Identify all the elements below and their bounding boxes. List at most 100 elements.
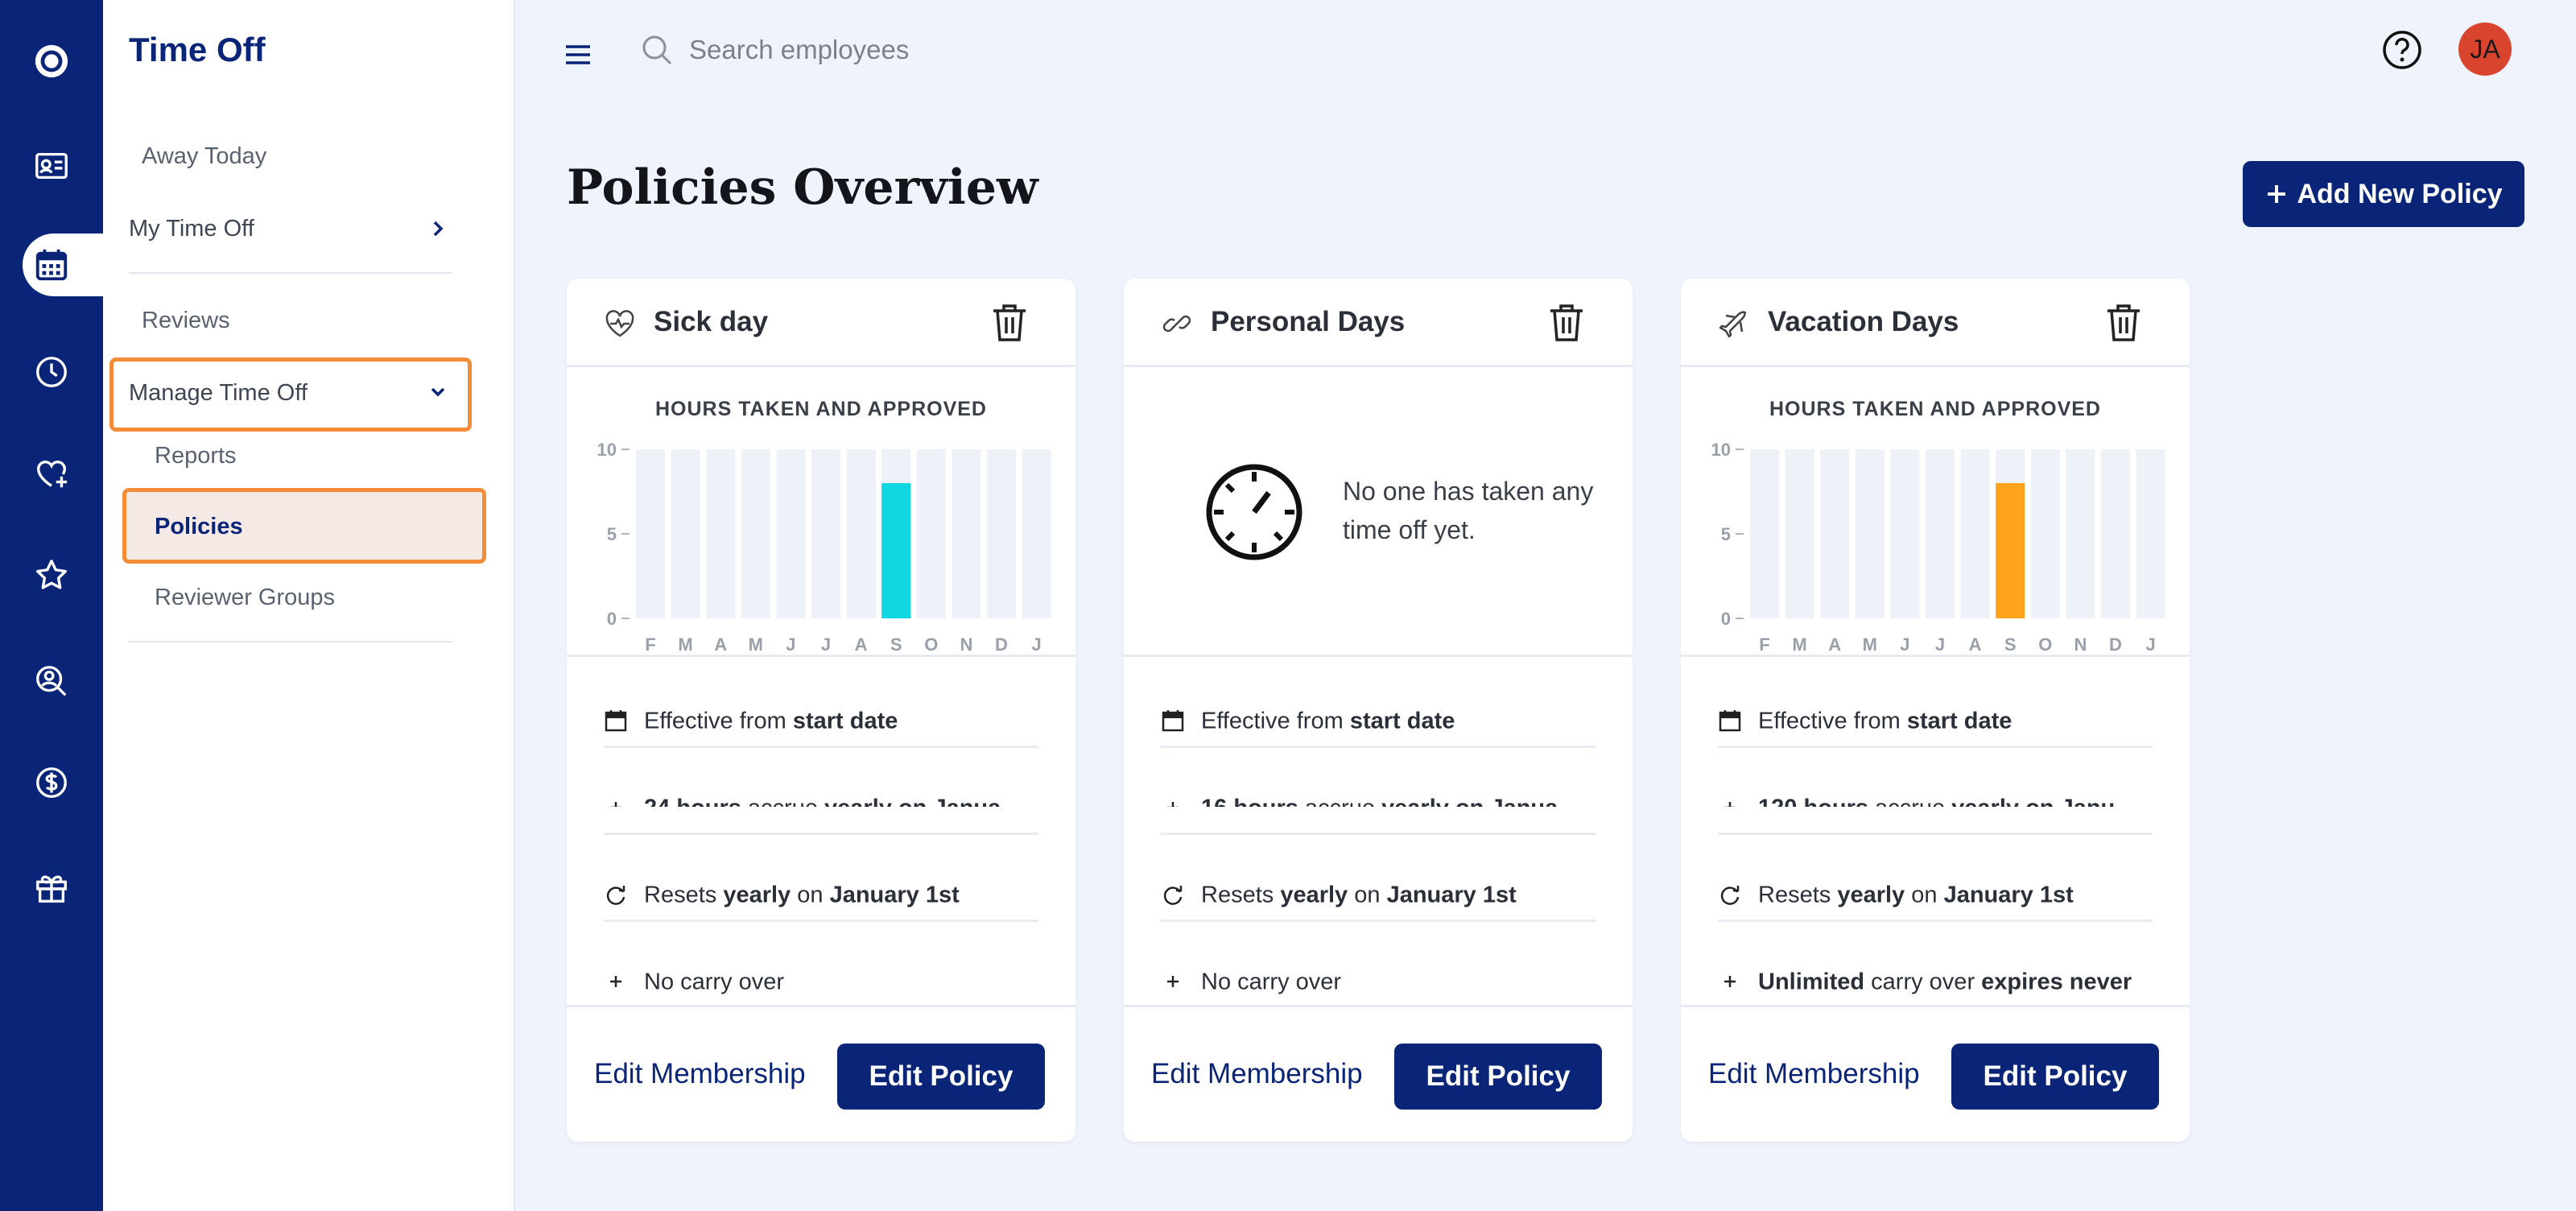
reset-row: Resets yearly on January 1st	[1718, 850, 2141, 937]
bar-background	[741, 449, 770, 618]
heartbeat-icon	[605, 310, 634, 337]
search-input[interactable]	[689, 29, 1253, 71]
bar-background	[2030, 449, 2060, 618]
bar-background	[1890, 449, 1920, 618]
sidebar-item-reviews[interactable]: Reviews	[142, 308, 230, 334]
bar-background	[2066, 449, 2095, 618]
accrue-schedule: yearly on January 1st	[1381, 794, 1584, 807]
card-footer-divider	[567, 1005, 1075, 1007]
sidebar-divider	[129, 272, 452, 274]
detail-divider	[604, 833, 1038, 835]
x-tick-label: S	[890, 634, 902, 655]
help-icon[interactable]	[2381, 29, 2423, 71]
clock-icon[interactable]	[32, 353, 71, 391]
reset-frequency: yearly	[1280, 882, 1348, 908]
dollar-icon[interactable]	[32, 763, 71, 802]
page-title: Policies Overview	[567, 159, 1038, 216]
reset-frequency: yearly	[1837, 882, 1905, 908]
reset-date: January 1st	[829, 882, 960, 908]
heart-plus-icon[interactable]	[32, 454, 71, 493]
y-tick-label: 10	[597, 440, 617, 460]
x-tick-label: O	[2038, 634, 2052, 655]
x-tick-label: A	[714, 634, 727, 655]
logo-icon[interactable]	[32, 42, 71, 81]
y-tick-label: 0	[607, 609, 617, 629]
menu-icon[interactable]	[564, 40, 592, 69]
carry-row: No carry over	[604, 937, 1027, 1024]
detail-divider	[1161, 920, 1596, 922]
bar-background	[1926, 449, 1955, 618]
link-icon	[1162, 315, 1191, 333]
y-tick-label: 10	[1711, 440, 1731, 460]
x-tick-label: J	[2145, 634, 2155, 655]
avatar[interactable]: JA	[2458, 23, 2512, 76]
gift-icon[interactable]	[32, 868, 71, 907]
reset-prefix: Resets	[1201, 882, 1281, 908]
hours-chart: HOURS TAKEN AND APPROVED 10 5 0 F M A M J J A S O N D…	[1681, 367, 2190, 657]
x-tick-label: F	[645, 634, 655, 655]
sidebar-item-policies[interactable]: Policies	[155, 514, 243, 540]
edit-membership-button[interactable]: Edit Membership	[1708, 1058, 1920, 1090]
sidebar-title: Time Off	[129, 31, 266, 68]
bar-background	[846, 449, 876, 618]
edit-policy-button[interactable]: Edit Policy	[1394, 1044, 1602, 1110]
plus-icon	[614, 802, 617, 807]
reset-row: Resets yearly on January 1st	[1161, 850, 1584, 937]
trash-icon[interactable]	[2103, 301, 2145, 345]
add-new-policy-button[interactable]: Add New Policy	[2243, 161, 2524, 227]
accrue-row: 24 hours accrue yearly on January 1st	[604, 720, 1027, 807]
edit-membership-button[interactable]: Edit Membership	[594, 1058, 806, 1090]
x-tick-label: S	[2004, 634, 2017, 655]
reset-mid: on	[1905, 882, 1944, 908]
bar-background	[916, 449, 946, 618]
edit-policy-button[interactable]: Edit Policy	[1951, 1044, 2159, 1110]
empty-state: No one has taken any time off yet.	[1124, 367, 1633, 657]
card-title: Personal Days	[1211, 306, 1406, 337]
y-tick-label: 5	[1721, 524, 1731, 544]
card-footer-divider	[1124, 1005, 1633, 1007]
carry-text: No carry over	[1201, 969, 1342, 995]
bar-background	[987, 449, 1016, 618]
plus-icon	[1167, 976, 1179, 988]
card-header: Personal Days	[1124, 279, 1633, 367]
accrue-mid: accrue	[741, 795, 824, 807]
detail-divider	[604, 920, 1038, 922]
sidebar-item-reviewer-groups[interactable]: Reviewer Groups	[155, 585, 335, 611]
card-header: Vacation Days	[1681, 279, 2190, 367]
reset-prefix: Resets	[644, 882, 724, 908]
x-tick-label: M	[678, 634, 692, 655]
trash-icon[interactable]	[1546, 301, 1587, 345]
accrue-row: 16 hours accrue yearly on January 1st	[1161, 720, 1584, 807]
calendar-icon[interactable]	[32, 246, 71, 284]
plus-icon	[1171, 802, 1174, 807]
y-tick-label: 5	[607, 524, 617, 544]
bar-7	[881, 483, 911, 618]
plus-icon	[1728, 802, 1732, 807]
time-off-sidebar: Time Off Away Today My Time Off Reviews …	[103, 0, 515, 1211]
accrue-row: 120 hours accrue yearly on January 1st	[1718, 720, 2141, 807]
star-icon[interactable]	[32, 556, 71, 594]
sidebar-item-away-today[interactable]: Away Today	[142, 143, 266, 170]
x-tick-label: D	[995, 634, 1008, 655]
trash-icon[interactable]	[989, 301, 1030, 345]
chevron-down-icon[interactable]	[427, 380, 449, 403]
bar-background	[2136, 449, 2165, 618]
bar-chart: 10 5 0 F M A M J J A S O N D J	[1711, 440, 2165, 655]
sidebar-item-my-time-off[interactable]: My Time Off	[129, 216, 254, 242]
bar-background	[776, 449, 806, 618]
edit-policy-button[interactable]: Edit Policy	[837, 1044, 1045, 1110]
card-footer-divider	[1681, 1005, 2190, 1007]
x-tick-label: J	[1031, 634, 1041, 655]
sidebar-item-reports[interactable]: Reports	[155, 443, 237, 469]
employee-card-icon[interactable]	[32, 147, 71, 185]
x-tick-label: J	[821, 634, 831, 655]
reset-prefix: Resets	[1758, 882, 1838, 908]
search-person-icon[interactable]	[32, 662, 71, 701]
edit-membership-button[interactable]: Edit Membership	[1151, 1058, 1363, 1090]
reset-icon	[1720, 886, 1740, 906]
chevron-right-icon[interactable]	[427, 217, 449, 240]
sidebar-item-manage-time-off[interactable]: Manage Time Off	[129, 380, 308, 407]
accrue-amount: 24 hours	[644, 795, 741, 807]
x-tick-label: A	[1969, 634, 1982, 655]
x-tick-label: D	[2109, 634, 2122, 655]
